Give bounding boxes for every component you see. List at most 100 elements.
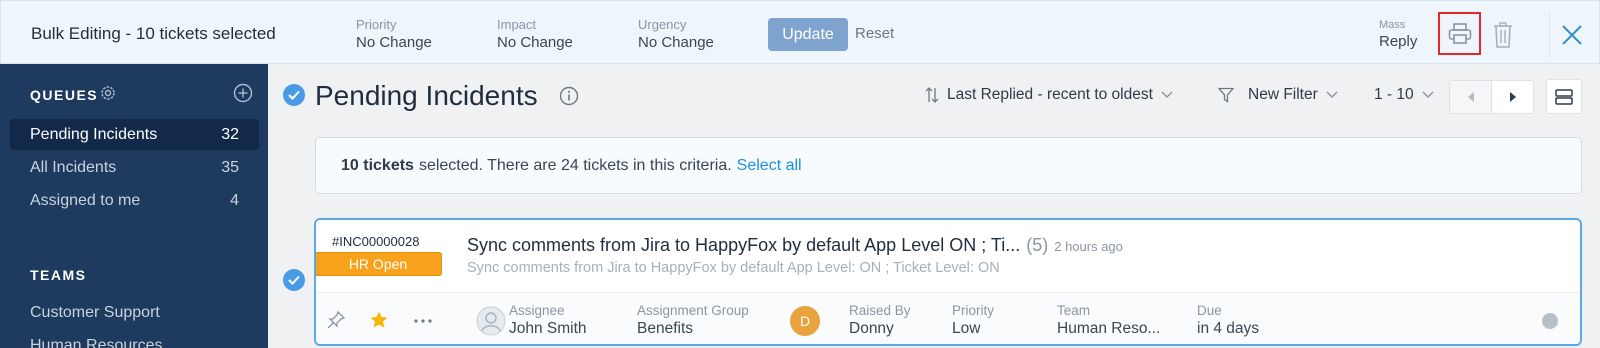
teams-title: TEAMS <box>30 267 87 283</box>
priority-meta-field[interactable]: Priority Low <box>952 303 994 338</box>
status-indicator-dot <box>1542 313 1558 329</box>
check-icon <box>288 275 300 285</box>
priority-field[interactable]: Priority No Change <box>356 17 432 51</box>
trash-icon <box>1494 22 1512 48</box>
team-field[interactable]: Team Human Reso... <box>1057 303 1160 338</box>
due-value: in 4 days <box>1197 320 1260 337</box>
check-icon <box>288 90 300 100</box>
close-icon <box>1561 25 1582 45</box>
pin-button[interactable] <box>326 310 346 330</box>
priority-meta-value: Low <box>952 320 981 337</box>
chevron-down-icon <box>1422 91 1434 98</box>
sidebar-item-count: 4 <box>230 191 239 209</box>
add-queue-button[interactable] <box>233 83 253 108</box>
selection-text: selected. There are 24 tickets in this c… <box>418 156 732 174</box>
sort-dropdown[interactable]: Last Replied - recent to oldest <box>925 86 1173 104</box>
delete-button[interactable] <box>1488 18 1518 52</box>
mass-label: Mass <box>1379 19 1406 31</box>
sidebar-item-customer-support[interactable]: Customer Support <box>10 297 259 328</box>
gear-icon <box>101 86 115 100</box>
ticket-id[interactable]: #INC00000028 <box>332 234 419 249</box>
more-icon <box>414 319 432 323</box>
filter-dropdown[interactable]: New Filter <box>1218 86 1338 104</box>
sidebar-item-label: Assigned to me <box>30 191 141 209</box>
update-button[interactable]: Update <box>768 18 848 51</box>
selected-count: 10 tickets <box>341 156 414 174</box>
ticket-subject[interactable]: Sync comments from Jira to HappyFox by d… <box>467 235 1123 256</box>
next-page-button[interactable] <box>1492 81 1533 113</box>
mass-reply-button[interactable]: Mass Reply <box>1379 19 1417 50</box>
assignment-group-field[interactable]: Assignment Group Benefits <box>637 303 749 338</box>
assignee-field[interactable]: Assignee John Smith <box>509 303 587 338</box>
prev-page-button[interactable] <box>1450 81 1492 113</box>
reset-button[interactable]: Reset <box>855 25 894 42</box>
range-label: 1 - 10 <box>1374 86 1414 103</box>
priority-label: Priority <box>356 17 397 32</box>
select-all-link[interactable]: Select all <box>737 157 802 175</box>
due-label: Due <box>1197 303 1222 318</box>
reply-count: (5) <box>1026 235 1049 255</box>
priority-value[interactable]: No Change <box>356 34 432 51</box>
assignee-avatar <box>476 306 506 336</box>
caret-left-icon <box>1467 92 1474 102</box>
sidebar-item-count: 32 <box>221 125 239 143</box>
raised-by-field[interactable]: Raised By Donny <box>849 303 911 338</box>
select-all-checkbox[interactable] <box>283 84 305 106</box>
close-bulk-edit-button[interactable] <box>1549 13 1593 57</box>
filter-icon <box>1218 87 1234 103</box>
layout-toggle-button[interactable] <box>1546 79 1582 114</box>
ticket-preview: Sync comments from Jira to HappyFox by d… <box>467 260 1000 276</box>
impact-value[interactable]: No Change <box>497 34 573 51</box>
raised-value: Donny <box>849 320 894 337</box>
ticket-checkbox[interactable] <box>283 269 305 291</box>
urgency-label: Urgency <box>638 17 687 32</box>
sidebar: QUEUES Pending Incidents 32 All Incident… <box>0 64 268 348</box>
caret-right-icon <box>1509 92 1516 102</box>
sidebar-item-pending-incidents[interactable]: Pending Incidents 32 <box>10 119 259 150</box>
sort-icon <box>925 87 939 103</box>
pin-icon <box>327 310 346 329</box>
star-button[interactable] <box>369 310 389 330</box>
chevron-down-icon <box>1326 91 1338 98</box>
urgency-field[interactable]: Urgency No Change <box>638 17 714 51</box>
status-badge[interactable]: HR Open <box>316 252 442 276</box>
assignee-value: John Smith <box>509 320 587 337</box>
group-value: Benefits <box>637 320 694 337</box>
ticket-meta-bar: Assignee John Smith Assignment Group Ben… <box>316 292 1580 344</box>
print-button[interactable] <box>1438 12 1481 55</box>
list-layout-icon <box>1555 88 1573 105</box>
info-button[interactable] <box>559 86 579 111</box>
mass-value: Reply <box>1379 33 1418 50</box>
more-options-button[interactable] <box>414 319 432 323</box>
filter-label: New Filter <box>1248 86 1318 103</box>
team-value: Human Reso... <box>1057 320 1161 337</box>
range-dropdown[interactable]: 1 - 10 <box>1374 86 1434 104</box>
impact-field[interactable]: Impact No Change <box>497 17 573 51</box>
star-icon <box>370 311 388 328</box>
sidebar-item-assigned-to-me[interactable]: Assigned to me 4 <box>10 185 259 216</box>
print-icon <box>1448 22 1471 44</box>
sidebar-item-human-resources[interactable]: Human Resources <box>10 330 259 348</box>
bulk-edit-title: Bulk Editing - 10 tickets selected <box>31 24 276 43</box>
sidebar-item-label: Customer Support <box>30 303 160 321</box>
ticket-card[interactable]: #INC00000028 HR Open Sync comments from … <box>314 218 1582 346</box>
sidebar-item-all-incidents[interactable]: All Incidents 35 <box>10 152 259 183</box>
chevron-down-icon <box>1161 91 1173 98</box>
queues-settings-button[interactable] <box>99 84 117 107</box>
due-field[interactable]: Due in 4 days <box>1197 303 1259 338</box>
raised-by-avatar: D <box>790 306 820 336</box>
team-label: Team <box>1057 303 1091 318</box>
priority-meta-label: Priority <box>952 303 995 318</box>
raised-label: Raised By <box>849 303 911 318</box>
group-label: Assignment Group <box>637 303 749 318</box>
bulk-edit-bar: Bulk Editing - 10 tickets selected Prior… <box>0 0 1600 64</box>
queues-title: QUEUES <box>30 87 99 103</box>
plus-circle-icon <box>233 83 253 103</box>
ticket-subject-text: Sync comments from Jira to HappyFox by d… <box>467 235 1021 255</box>
sidebar-item-label: Human Resources <box>30 336 163 348</box>
urgency-value[interactable]: No Change <box>638 34 714 51</box>
page-title: Pending Incidents <box>315 80 538 111</box>
sidebar-item-count: 35 <box>221 158 239 176</box>
info-icon <box>559 86 579 106</box>
sidebar-item-label: All Incidents <box>30 158 117 176</box>
